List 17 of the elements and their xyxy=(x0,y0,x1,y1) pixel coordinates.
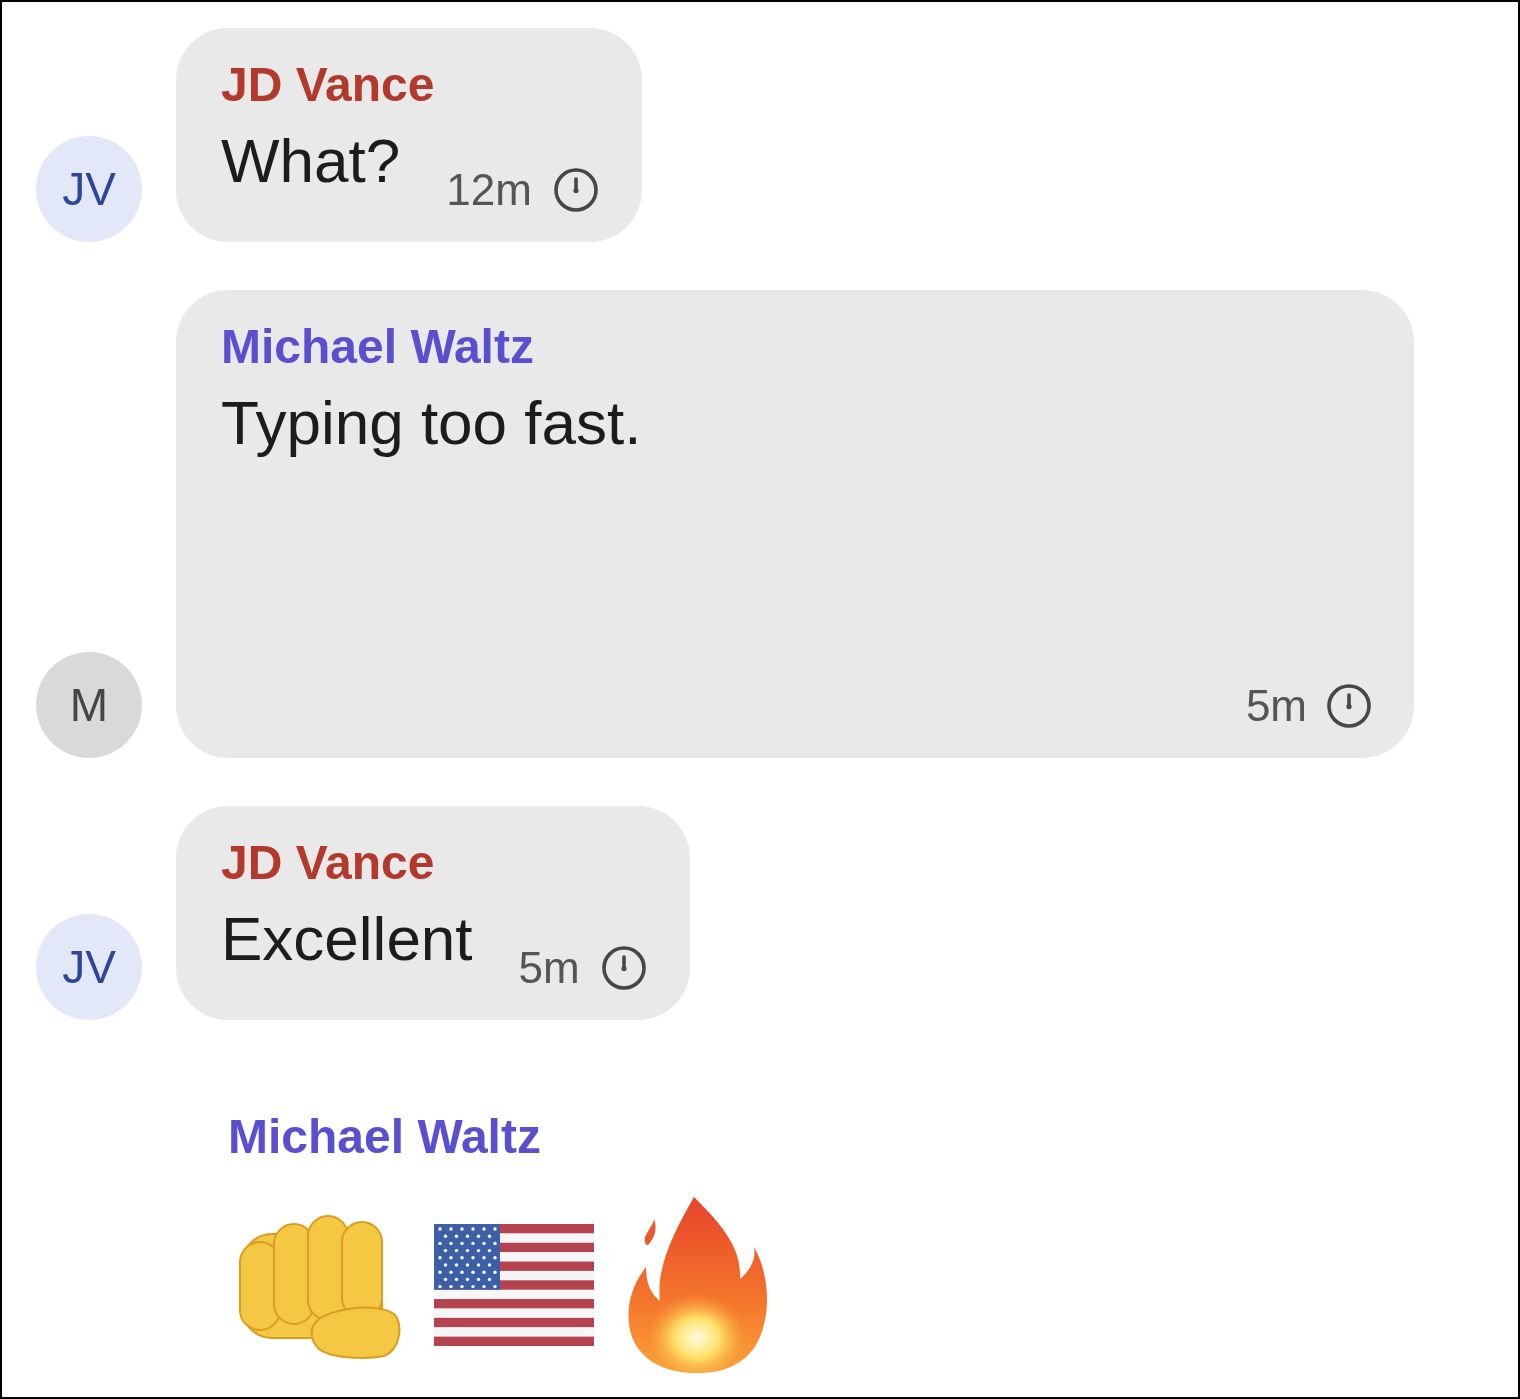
avatar: JV xyxy=(36,136,142,242)
sender-name: JD Vance xyxy=(221,835,435,891)
sender-name: Michael Waltz xyxy=(221,319,534,375)
avatar: M xyxy=(36,652,142,758)
timestamp: 5m xyxy=(1245,680,1307,732)
timestamp: 5m xyxy=(518,942,580,994)
clock-icon xyxy=(601,946,646,990)
timestamp: 12m xyxy=(446,164,532,216)
clock-icon xyxy=(1327,684,1371,728)
message-text: Excellent xyxy=(221,903,473,975)
flag-icon xyxy=(434,1224,594,1346)
sender-name: JD Vance xyxy=(221,57,435,113)
avatar: JV xyxy=(36,914,142,1020)
clock-icon xyxy=(553,168,598,212)
sender-name: Michael Waltz xyxy=(228,1109,541,1165)
message-text: Typing too fast. xyxy=(221,387,642,459)
message-text: What? xyxy=(221,125,401,197)
